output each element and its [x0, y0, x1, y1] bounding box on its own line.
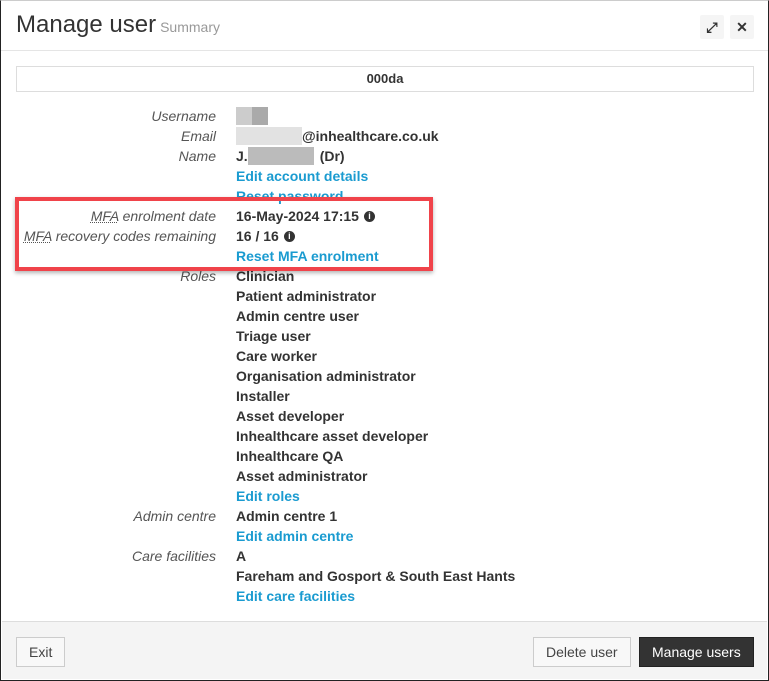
care-facility-item: A [236, 548, 247, 564]
info-icon[interactable]: i [283, 230, 295, 242]
admin-centre-value: Admin centre 1 [236, 508, 338, 524]
role-item: Clinician [236, 268, 295, 284]
mfa-abbr: MFA [23, 228, 52, 244]
manage-user-dialog: Manage user Summary ⤢ ✕ 000da Username Em… [0, 0, 769, 681]
manage-users-button[interactable]: Manage users [639, 637, 754, 667]
close-icon[interactable]: ✕ [730, 15, 754, 39]
mfa-date-label: MFA enrolment date [1, 206, 216, 226]
care-facilities-label: Care facilities [131, 548, 216, 564]
dialog-footer: Exit Delete user Manage users [2, 621, 767, 679]
role-item: Triage user [236, 328, 311, 344]
info-icon[interactable]: i [363, 210, 375, 222]
name-label: Name [178, 148, 216, 164]
email-value: @inhealthcare.co.uk [302, 128, 439, 144]
role-item: Asset developer [236, 408, 345, 424]
header-divider [1, 50, 768, 51]
dialog-subtitle: Summary [160, 19, 220, 35]
title-text: Manage user [16, 11, 157, 38]
dialog-title: Manage user Summary [16, 11, 220, 39]
user-details: Username Email @inhealthcare.co.uk Name J.… [1, 106, 769, 606]
mfa-abbr: MFA [90, 208, 119, 224]
reset-mfa-link[interactable]: Reset MFA enrolment [236, 246, 379, 266]
mfa-date-label-text: enrolment date [118, 208, 216, 224]
roles-label: Roles [180, 268, 216, 284]
admin-centre-label: Admin centre [133, 508, 216, 524]
mfa-codes-label-text: recovery codes remaining [51, 228, 216, 244]
role-item: Care worker [236, 348, 317, 364]
role-item: Inhealthcare asset developer [236, 428, 429, 444]
role-item: Organisation administrator [236, 368, 416, 384]
exit-button[interactable]: Exit [16, 637, 66, 667]
mfa-date-value: 16-May-2024 17:15 [236, 208, 359, 224]
role-item: Asset administrator [236, 468, 368, 484]
reset-password-link[interactable]: Reset password [236, 186, 343, 206]
username-label: Username [151, 108, 216, 124]
care-facility-item: Fareham and Gosport & South East Hants [236, 568, 516, 584]
edit-account-link[interactable]: Edit account details [236, 166, 368, 186]
name-redacted [247, 147, 314, 165]
edit-roles-link[interactable]: Edit roles [236, 486, 300, 506]
name-suffix: (Dr) [319, 148, 345, 164]
mfa-codes-label: MFA recovery codes remaining [1, 226, 216, 246]
user-id: 000da [16, 66, 754, 92]
email-redacted [236, 127, 302, 145]
username-redacted [236, 107, 268, 125]
role-item: Admin centre user [236, 308, 359, 324]
role-item: Installer [236, 388, 290, 404]
mfa-codes-value: 16 / 16 [236, 228, 279, 244]
edit-admin-centre-link[interactable]: Edit admin centre [236, 526, 353, 546]
email-label: Email [180, 128, 216, 144]
delete-user-button[interactable]: Delete user [533, 637, 631, 667]
role-item: Inhealthcare QA [236, 448, 344, 464]
edit-care-facilities-link[interactable]: Edit care facilities [236, 586, 355, 606]
expand-icon[interactable]: ⤢ [700, 15, 724, 39]
role-item: Patient administrator [236, 288, 377, 304]
name-prefix: J. [236, 148, 248, 164]
